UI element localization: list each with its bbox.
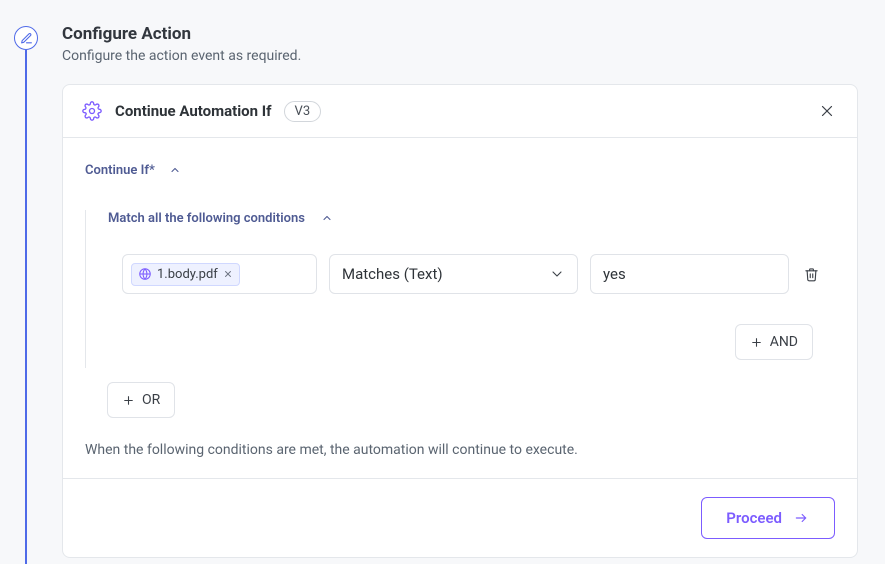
card-header: Continue Automation If V3	[63, 85, 857, 138]
step-subtitle: Configure the action event as required.	[62, 48, 858, 64]
proceed-label: Proceed	[726, 509, 782, 527]
condition-value-text: yes	[603, 265, 626, 283]
gear-icon	[81, 100, 103, 122]
token-chip-label: 1.body.pdf	[157, 267, 218, 282]
arrow-right-icon	[792, 511, 810, 525]
or-label: OR	[142, 392, 160, 408]
version-badge: V3	[284, 101, 322, 122]
condition-row: 1.body.pdf Matches (Text) yes	[122, 254, 835, 294]
step-title: Configure Action	[62, 24, 858, 44]
condition-field-input[interactable]: 1.body.pdf	[122, 254, 317, 294]
condition-value-input[interactable]: yes	[590, 254, 789, 294]
step-indicator	[14, 26, 38, 50]
plus-icon	[122, 394, 135, 407]
close-icon	[818, 102, 836, 120]
card-footer: Proceed	[63, 478, 857, 557]
and-label: AND	[770, 334, 798, 350]
chevron-down-icon	[549, 266, 565, 282]
match-all-section[interactable]: Match all the following conditions	[108, 210, 835, 226]
card-title: Continue Automation If	[115, 102, 272, 120]
globe-icon	[138, 267, 152, 281]
continue-if-section[interactable]: Continue If*	[85, 162, 835, 178]
chevron-up-icon	[167, 162, 183, 178]
step-connector	[25, 50, 27, 564]
card-body: Continue If* Match all the following con…	[63, 138, 857, 478]
plus-icon	[750, 336, 763, 349]
helper-text: When the following conditions are met, t…	[85, 442, 835, 458]
continue-if-label: Continue If*	[85, 163, 155, 178]
match-all-label: Match all the following conditions	[108, 211, 305, 226]
delete-condition-button[interactable]	[801, 267, 821, 282]
condition-operator-select[interactable]: Matches (Text)	[329, 254, 578, 294]
action-card: Continue Automation If V3 Continue If* M…	[62, 84, 858, 558]
trash-icon	[804, 267, 819, 282]
add-and-button[interactable]: AND	[735, 324, 813, 360]
chip-remove-icon[interactable]	[223, 269, 233, 279]
operator-value: Matches (Text)	[342, 265, 443, 283]
add-or-button[interactable]: OR	[107, 382, 175, 418]
pencil-icon	[20, 32, 33, 45]
token-chip[interactable]: 1.body.pdf	[131, 263, 240, 286]
close-button[interactable]	[815, 99, 839, 123]
chevron-up-icon	[319, 210, 335, 226]
proceed-button[interactable]: Proceed	[701, 497, 835, 539]
